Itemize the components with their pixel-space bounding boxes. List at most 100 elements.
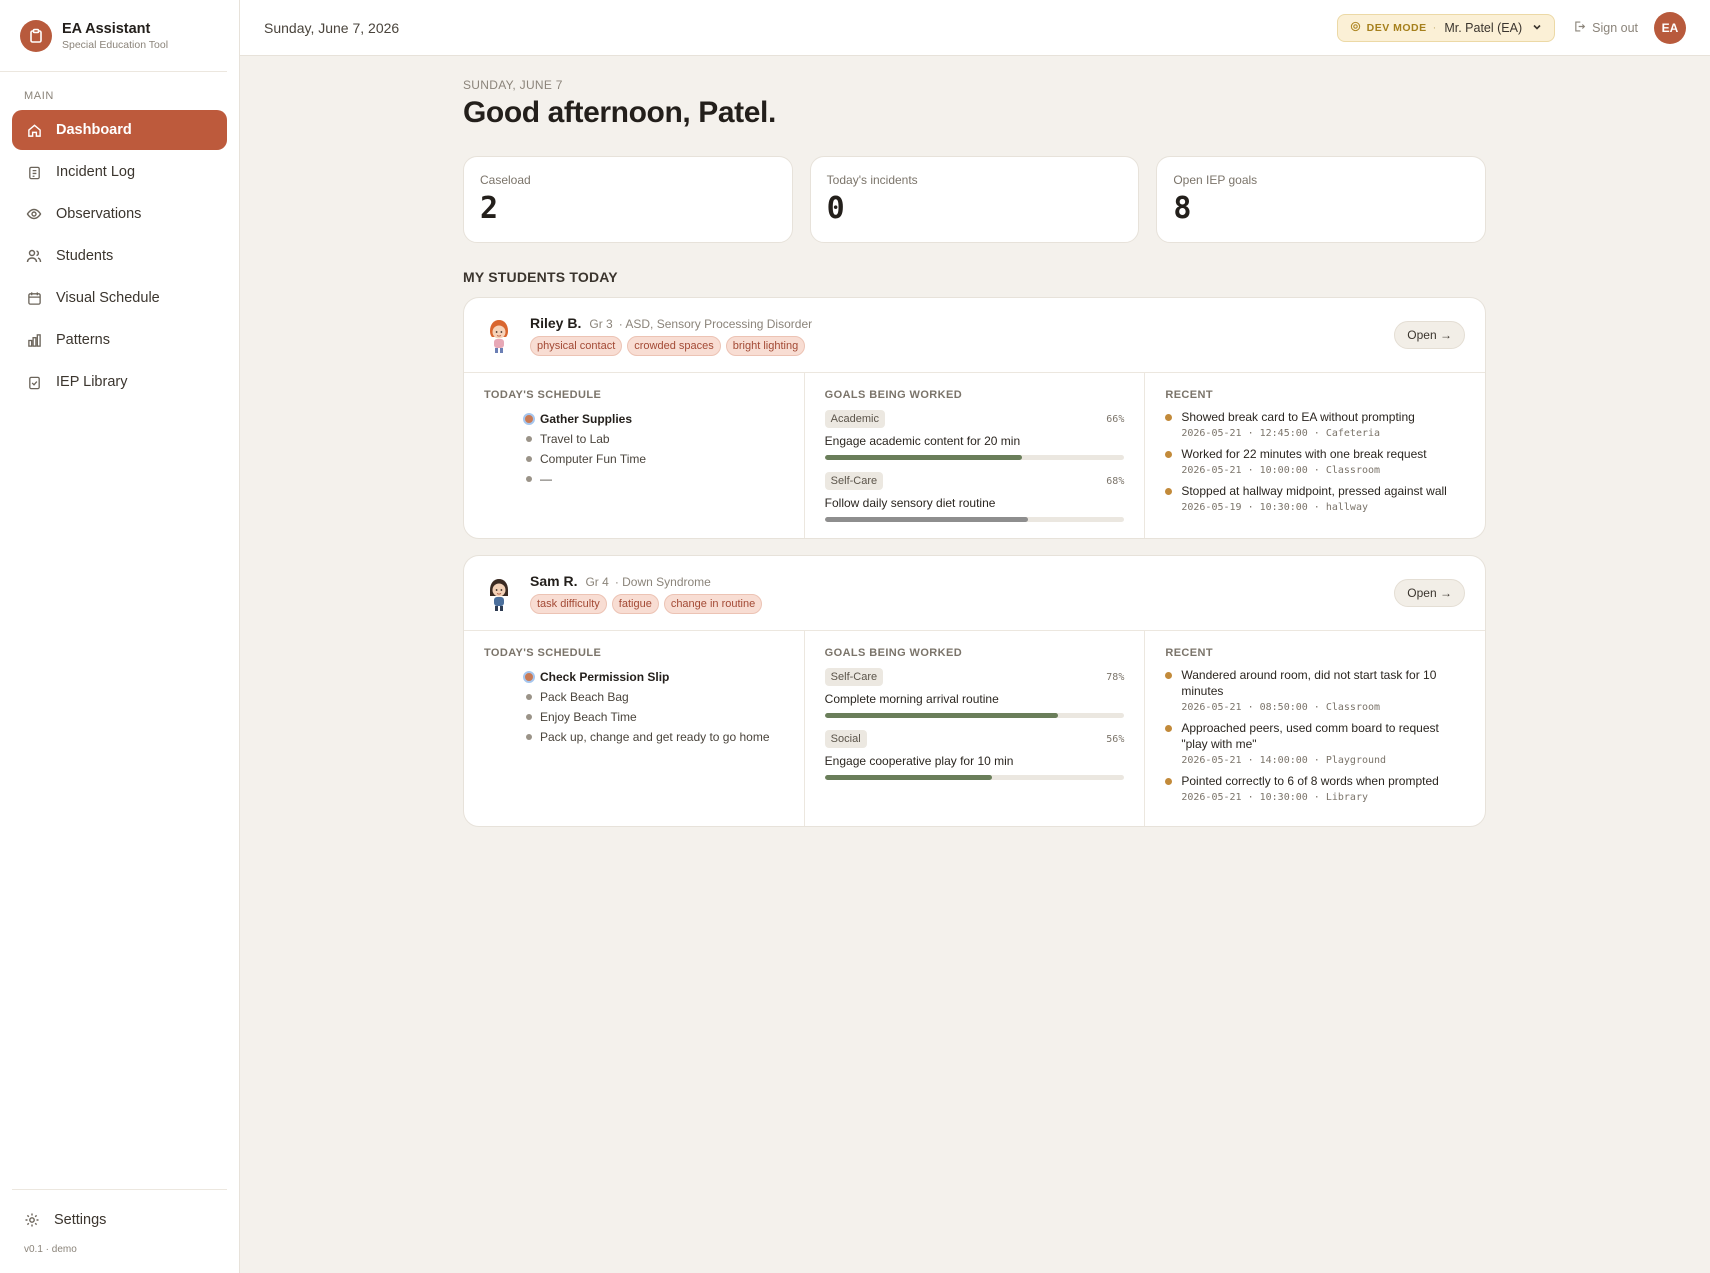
schedule-item: Enjoy Beach Time: [526, 707, 784, 727]
goal-percent: 66%: [1106, 413, 1125, 425]
trigger-tags: physical contact crowded spaces bright l…: [530, 335, 812, 356]
goal-progress-fill: [824, 517, 1029, 522]
sidebar-item-label: Patterns: [56, 332, 110, 348]
open-student-button[interactable]: Open →: [1394, 321, 1465, 349]
goal-item: Self-Care 68% Follow daily sensory diet r…: [824, 472, 1125, 522]
bullet-icon: [1165, 451, 1173, 458]
sidebar-item-observations[interactable]: Observations: [12, 194, 227, 234]
goal-domain: Self-Care: [824, 668, 884, 686]
goal-progress-bar: [824, 455, 1125, 460]
bullet-icon: [526, 456, 532, 462]
goal-text: Engage academic content for 20 min: [824, 434, 1021, 448]
recent-meta: 2026-05-21 · 10:00:00 · Classroom: [1181, 465, 1381, 476]
bullet-icon: [1165, 725, 1173, 732]
stat-label: Caseload: [480, 173, 531, 187]
main-nav: Dashboard Incident Log Observations Stud…: [0, 110, 239, 402]
bullet-icon: [526, 734, 532, 740]
app-subtitle: Special Education Tool: [62, 38, 169, 51]
sidebar: EA Assistant Special Education Tool MAIN…: [0, 0, 240, 1273]
calendar-icon: [26, 290, 42, 306]
brand[interactable]: EA Assistant Special Education Tool: [0, 0, 227, 72]
trigger-tag: physical contact: [530, 335, 623, 356]
nav-section-label: MAIN: [24, 90, 54, 102]
settings-label: Settings: [54, 1212, 107, 1228]
recent-meta: 2026-05-21 · 14:00:00 · Playground: [1181, 755, 1387, 766]
stat-value: 2: [480, 191, 499, 226]
sidebar-item-label: Visual Schedule: [56, 290, 160, 306]
goal-domain: Academic: [824, 410, 885, 428]
goal-item: Self-Care 78% Complete morning arrival ro…: [824, 668, 1125, 718]
dev-gear-icon: [1350, 19, 1361, 37]
column-title: RECENT: [1165, 647, 1213, 659]
dev-mode-label: DEV MODE: [1366, 21, 1427, 34]
sidebar-item-settings[interactable]: Settings: [12, 1200, 227, 1240]
dev-mode-user-switcher[interactable]: DEV MODE · Mr. Patel (EA): [1336, 13, 1556, 42]
stats-row: Caseload 2 Today's incidents 0 Open IEP …: [463, 156, 1487, 243]
sidebar-item-iep-library[interactable]: IEP Library: [12, 362, 227, 402]
goal-text: Complete morning arrival routine: [824, 692, 999, 706]
column-title: TODAY'S SCHEDULE: [484, 389, 602, 401]
user-avatar[interactable]: EA: [1654, 11, 1686, 44]
recent-column: RECENT Showed break card to EA without p…: [1145, 373, 1485, 538]
stat-card-caseload: Caseload 2: [463, 156, 793, 243]
student-card: Sam R. Gr 4 · Down Syndrome task difficu…: [463, 555, 1486, 827]
schedule-item: —: [526, 469, 784, 489]
sidebar-item-incident-log[interactable]: Incident Log: [12, 152, 227, 192]
recent-meta: 2026-05-19 · 10:30:00 · hallway: [1181, 502, 1368, 513]
sidebar-item-students[interactable]: Students: [12, 236, 227, 276]
sidebar-item-patterns[interactable]: Patterns: [12, 320, 227, 360]
student-diagnosis: · Down Syndrome: [614, 574, 711, 589]
schedule-item-label: Check Permission Slip: [540, 670, 670, 684]
goal-progress-fill: [824, 455, 1023, 460]
recent-column: RECENT Wandered around room, did not sta…: [1145, 631, 1485, 826]
clipboard-check-icon: [26, 374, 42, 390]
column-title: TODAY'S SCHEDULE: [484, 647, 602, 659]
bullet-icon: [526, 694, 532, 700]
student-card: Riley B. Gr 3 · ASD, Sensory Processing …: [463, 297, 1486, 539]
current-date: Sunday, June 7, 2026: [264, 19, 400, 36]
trigger-tag: fatigue: [611, 593, 659, 614]
sign-out-button[interactable]: Sign out: [1573, 20, 1638, 36]
bullet-icon: [1165, 778, 1173, 785]
bullet-icon: [1165, 414, 1173, 421]
schedule-item: Pack up, change and get ready to go home: [526, 727, 784, 747]
student-grade: Gr 3: [589, 316, 613, 331]
open-student-button[interactable]: Open →: [1394, 579, 1465, 607]
sign-out-icon: [1573, 20, 1586, 36]
trigger-tags: task difficulty fatigue change in routin…: [530, 593, 763, 614]
recent-list: Showed break card to EA without promptin…: [1165, 409, 1465, 513]
schedule-column: TODAY'S SCHEDULE Gather Supplies Travel …: [464, 373, 805, 538]
goal-progress-fill: [824, 713, 1059, 718]
column-title: GOALS BEING WORKED: [824, 647, 963, 659]
dev-current-user: Mr. Patel (EA): [1444, 20, 1523, 35]
goal-percent: 56%: [1106, 733, 1125, 745]
sign-out-label: Sign out: [1592, 20, 1638, 35]
stat-card-open-iep-goals: Open IEP goals 8: [1156, 156, 1487, 243]
sidebar-item-dashboard[interactable]: Dashboard: [12, 110, 227, 150]
stat-value: 8: [1173, 191, 1192, 226]
sidebar-item-visual-schedule[interactable]: Visual Schedule: [12, 278, 227, 318]
trigger-tag: crowded spaces: [627, 335, 721, 356]
recent-meta: 2026-05-21 · 08:50:00 · Classroom: [1181, 702, 1381, 713]
student-card-header: Sam R. Gr 4 · Down Syndrome task difficu…: [464, 556, 1485, 631]
bullet-icon: [526, 476, 532, 482]
goal-text: Engage cooperative play for 10 min: [824, 754, 1014, 768]
bar-chart-icon: [26, 332, 42, 348]
stat-label: Today's incidents: [826, 173, 918, 187]
current-step-dot-icon: [523, 413, 535, 425]
trigger-tag: bright lighting: [725, 335, 806, 356]
sidebar-item-label: Dashboard: [56, 122, 132, 138]
schedule-item: Pack Beach Bag: [526, 687, 784, 707]
goal-progress-bar: [824, 775, 1125, 780]
users-icon: [26, 248, 42, 264]
schedule-item-label: Enjoy Beach Time: [540, 710, 637, 724]
recent-text: Approached peers, used comm board to req…: [1181, 721, 1439, 751]
dashboard-main: SUNDAY, JUNE 7 Good afternoon, Patel. Ca…: [463, 78, 1487, 827]
bullet-icon: [526, 714, 532, 720]
goals-column: GOALS BEING WORKED Self-Care 78% Complete…: [805, 631, 1146, 826]
column-title: GOALS BEING WORKED: [824, 389, 963, 401]
sidebar-footer: Settings v0.1 · demo: [12, 1189, 227, 1273]
schedule-item-label: Pack Beach Bag: [540, 690, 629, 704]
student-card-header: Riley B. Gr 3 · ASD, Sensory Processing …: [464, 298, 1485, 373]
page-title: Good afternoon, Patel.: [463, 96, 776, 129]
